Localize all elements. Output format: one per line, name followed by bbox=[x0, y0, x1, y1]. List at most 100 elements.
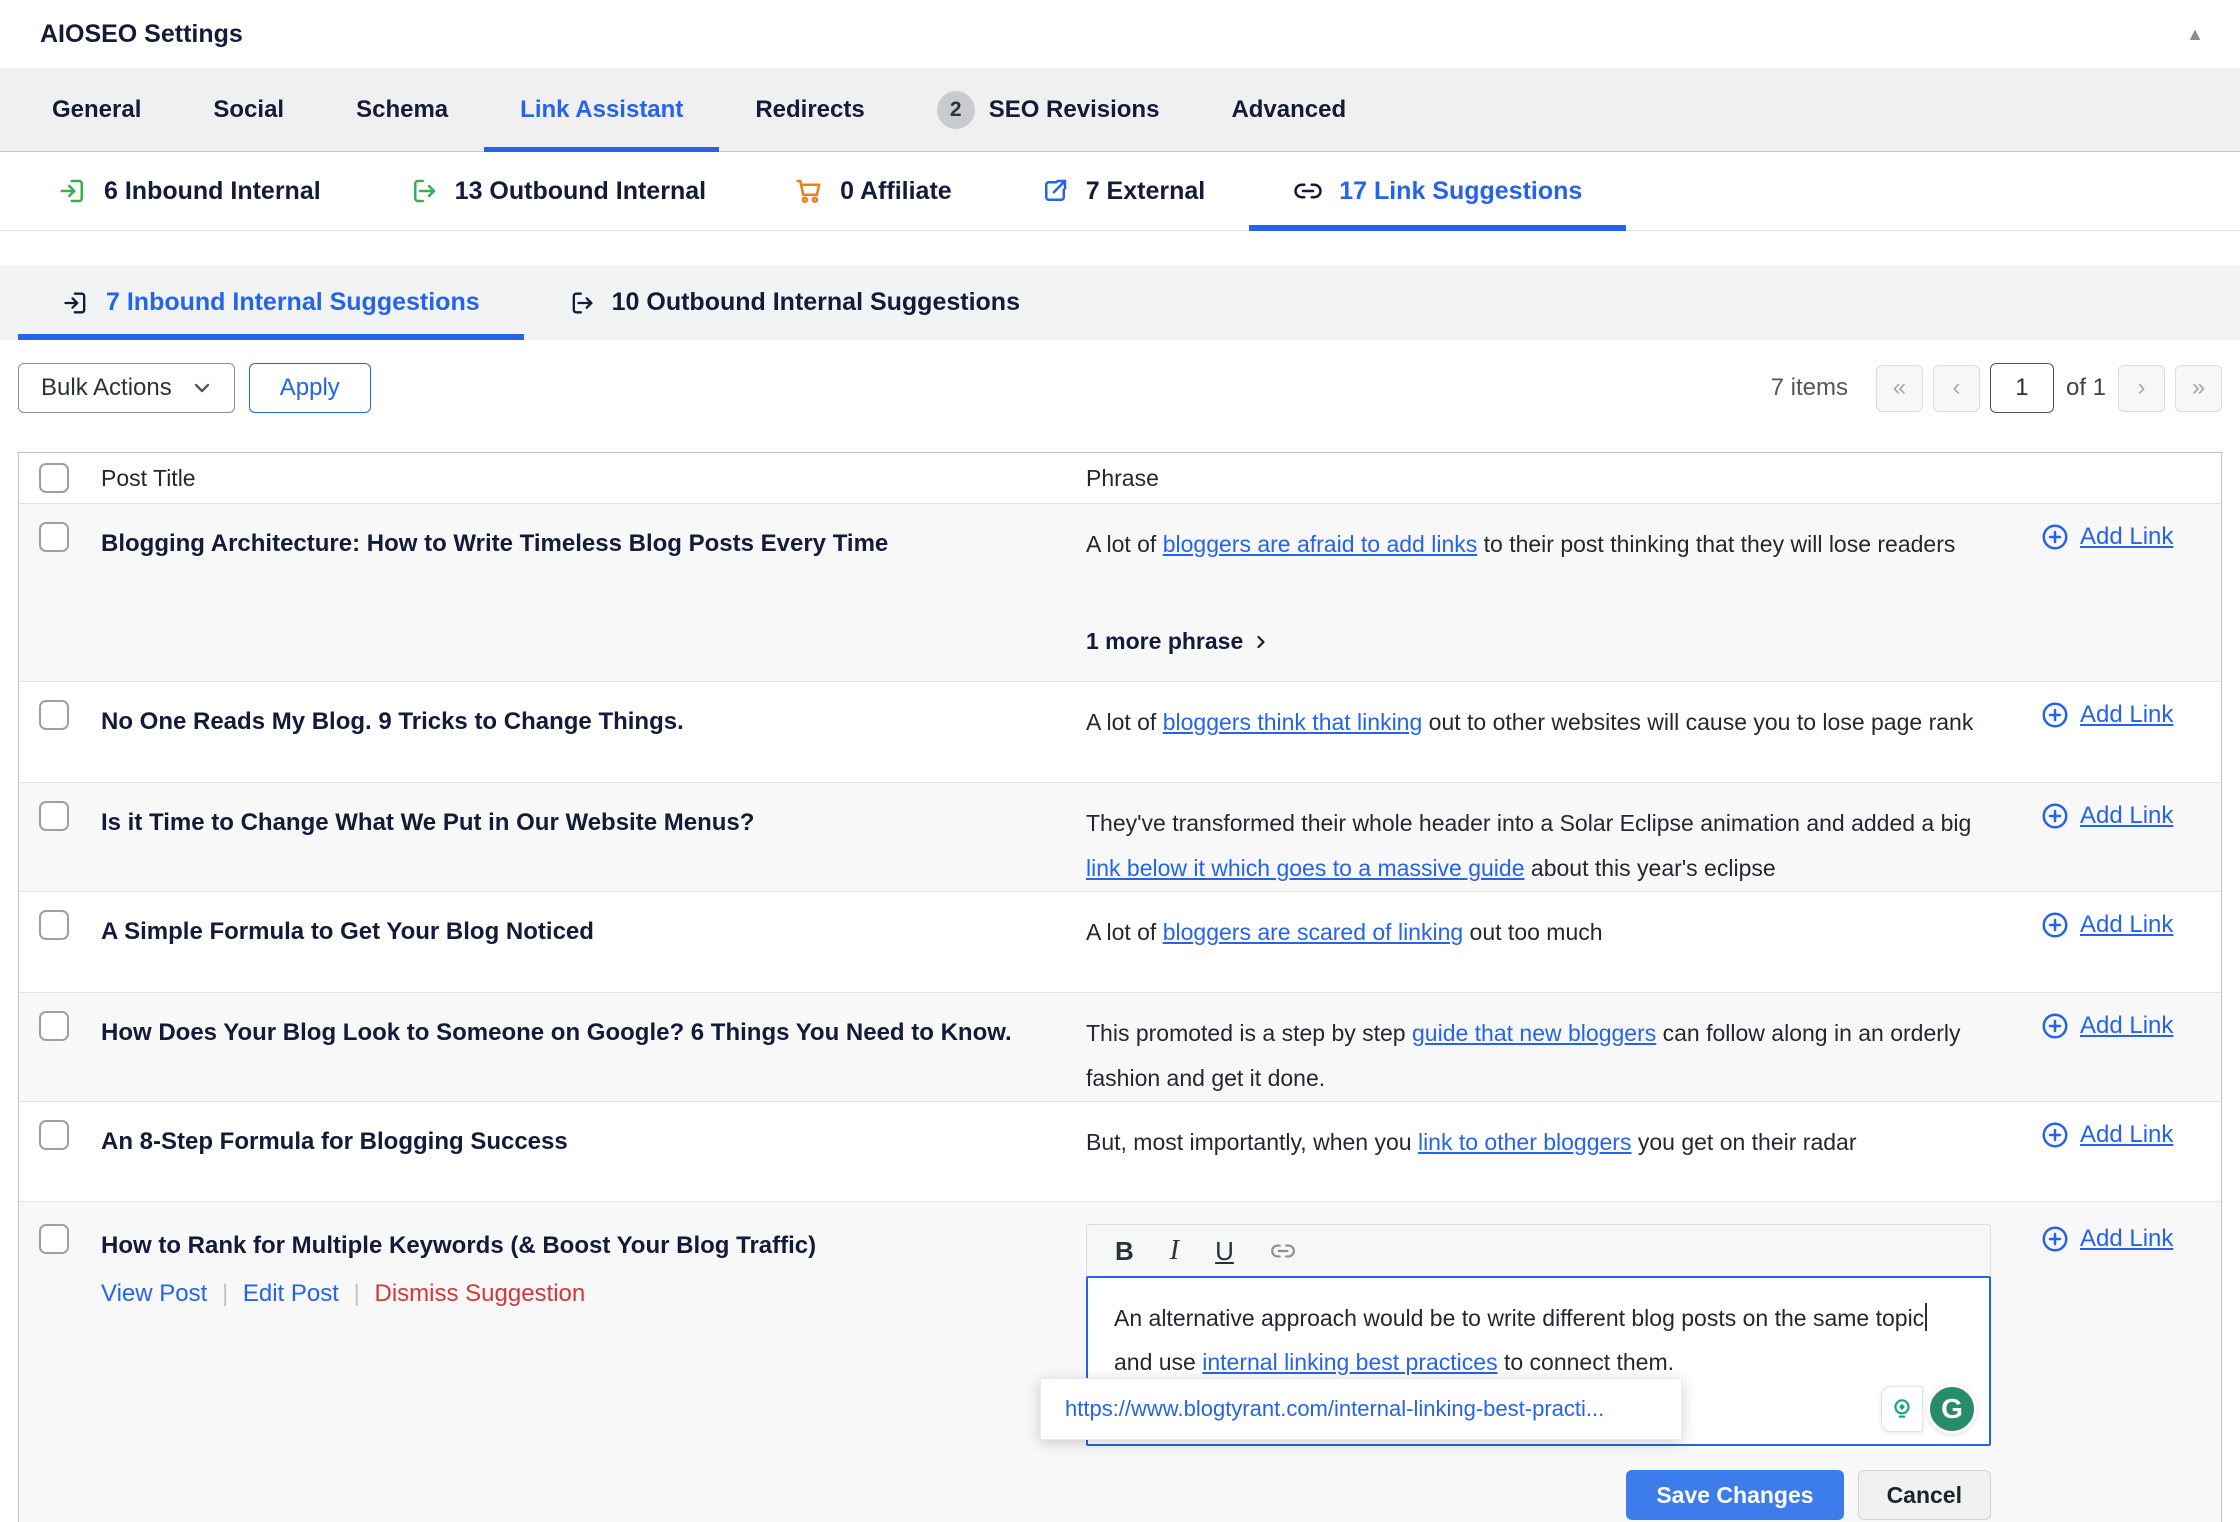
tab-inbound-internal-suggestions[interactable]: 7 Inbound Internal Suggestions bbox=[18, 265, 524, 340]
row-checkbox[interactable] bbox=[39, 801, 69, 831]
circle-plus-icon bbox=[2040, 910, 2070, 940]
subnav-external[interactable]: 7 External bbox=[996, 152, 1250, 230]
add-link-button[interactable]: Add Link bbox=[2040, 1224, 2221, 1254]
save-changes-button[interactable]: Save Changes bbox=[1626, 1470, 1843, 1520]
circle-plus-icon bbox=[2040, 1224, 2070, 1254]
text-caret bbox=[1925, 1303, 1927, 1331]
table-row: How Does Your Blog Look to Someone on Go… bbox=[19, 992, 2221, 1101]
subnav-inbound-internal[interactable]: 6 Inbound Internal bbox=[14, 152, 365, 230]
outbound-box-arrow-icon bbox=[568, 289, 596, 317]
add-link-button[interactable]: Add Link bbox=[2040, 801, 2221, 831]
table-row: Blogging Architecture: How to Write Time… bbox=[19, 503, 2221, 681]
external-link-icon bbox=[1040, 176, 1070, 206]
insert-link-button[interactable] bbox=[1270, 1238, 1296, 1264]
main-tab-bar: General Social Schema Link Assistant Red… bbox=[0, 68, 2240, 152]
add-link-button[interactable]: Add Link bbox=[2040, 1011, 2221, 1041]
chevron-right-icon bbox=[1251, 632, 1271, 652]
underline-button[interactable]: U bbox=[1215, 1238, 1234, 1264]
phrase-link[interactable]: bloggers are afraid to add links bbox=[1163, 531, 1478, 557]
editor-content[interactable]: An alternative approach would be to writ… bbox=[1086, 1276, 1991, 1446]
bulk-actions-select[interactable]: Bulk Actions bbox=[18, 363, 235, 413]
total-pages-label: of 1 bbox=[2066, 374, 2106, 402]
post-title: A Simple Formula to Get Your Blog Notice… bbox=[83, 892, 1068, 992]
post-title: Blogging Architecture: How to Write Time… bbox=[83, 504, 1068, 681]
add-link-button[interactable]: Add Link bbox=[2040, 910, 2221, 940]
page-title: AIOSEO Settings bbox=[40, 20, 243, 49]
tab-social[interactable]: Social bbox=[177, 68, 320, 151]
italic-button[interactable]: I bbox=[1170, 1237, 1179, 1265]
items-count: 7 items bbox=[1771, 374, 1848, 402]
edit-post-link[interactable]: Edit Post bbox=[243, 1280, 339, 1307]
row-actions: View Post | Edit Post | Dismiss Suggesti… bbox=[101, 1276, 1038, 1312]
phrase-link[interactable]: internal linking best practices bbox=[1202, 1349, 1497, 1375]
dismiss-suggestion-link[interactable]: Dismiss Suggestion bbox=[374, 1280, 585, 1307]
post-title: No One Reads My Blog. 9 Tricks to Change… bbox=[83, 682, 1068, 782]
row-checkbox[interactable] bbox=[39, 1224, 69, 1254]
chain-link-icon bbox=[1293, 176, 1323, 206]
link-url-tooltip: https://www.blogtyrant.com/internal-link… bbox=[1040, 1378, 1682, 1440]
list-toolbar: Bulk Actions Apply 7 items « ‹ of 1 › » bbox=[0, 362, 2240, 414]
phrase-link[interactable]: link to other bloggers bbox=[1418, 1129, 1632, 1155]
row-checkbox[interactable] bbox=[39, 910, 69, 940]
cancel-button[interactable]: Cancel bbox=[1858, 1470, 1991, 1520]
tab-seo-revisions[interactable]: 2 SEO Revisions bbox=[901, 68, 1196, 151]
table-row: A Simple Formula to Get Your Blog Notice… bbox=[19, 891, 2221, 992]
editor-actions: Save Changes Cancel bbox=[1086, 1470, 1991, 1520]
tab-advanced[interactable]: Advanced bbox=[1195, 68, 1382, 151]
next-page-button[interactable]: › bbox=[2118, 365, 2165, 412]
column-header-post-title: Post Title bbox=[83, 456, 1068, 500]
grammarly-suggestion-icon[interactable] bbox=[1881, 1386, 1923, 1432]
subnav-link-suggestions[interactable]: 17 Link Suggestions bbox=[1249, 152, 1626, 230]
grammarly-logo-icon[interactable]: G bbox=[1927, 1384, 1977, 1434]
pagination: 7 items « ‹ of 1 › » bbox=[1771, 363, 2222, 413]
prev-page-button[interactable]: ‹ bbox=[1933, 365, 1980, 412]
chevron-down-icon bbox=[190, 376, 214, 400]
tab-link-assistant[interactable]: Link Assistant bbox=[484, 68, 719, 151]
suggestions-table: Post Title Phrase Blogging Architecture:… bbox=[18, 452, 2222, 1522]
current-page-input[interactable] bbox=[1990, 363, 2054, 413]
tab-outbound-internal-suggestions[interactable]: 10 Outbound Internal Suggestions bbox=[524, 265, 1064, 340]
circle-plus-icon bbox=[2040, 522, 2070, 552]
tab-schema[interactable]: Schema bbox=[320, 68, 484, 151]
add-link-button[interactable]: Add Link bbox=[2040, 1120, 2221, 1150]
table-row: No One Reads My Blog. 9 Tricks to Change… bbox=[19, 681, 2221, 782]
phrase-link[interactable]: guide that new bloggers bbox=[1412, 1020, 1656, 1046]
editor-toolbar: B I U bbox=[1086, 1224, 1991, 1276]
add-link-button[interactable]: Add Link bbox=[2040, 700, 2221, 730]
more-phrase-button[interactable]: 1 more phrase bbox=[1086, 619, 1993, 664]
phrase-link[interactable]: bloggers are scared of linking bbox=[1163, 919, 1463, 945]
row-checkbox[interactable] bbox=[39, 1120, 69, 1150]
suggestion-tab-bar: 7 Inbound Internal Suggestions 10 Outbou… bbox=[0, 265, 2240, 340]
subnav-outbound-internal[interactable]: 13 Outbound Internal bbox=[365, 152, 750, 230]
inbound-box-arrow-icon bbox=[58, 176, 88, 206]
tab-redirects[interactable]: Redirects bbox=[719, 68, 900, 151]
row-checkbox[interactable] bbox=[39, 1011, 69, 1041]
first-page-button[interactable]: « bbox=[1876, 365, 1923, 412]
phrase-link[interactable]: link below it which goes to a massive gu… bbox=[1086, 855, 1525, 881]
last-page-button[interactable]: » bbox=[2175, 365, 2222, 412]
subnav-affiliate[interactable]: 0 Affiliate bbox=[750, 152, 996, 230]
bold-button[interactable]: B bbox=[1115, 1238, 1134, 1264]
add-link-button[interactable]: Add Link bbox=[2040, 522, 2221, 552]
phrase-cell: A lot of bloggers think that linking out… bbox=[1068, 682, 2013, 782]
row-checkbox[interactable] bbox=[39, 522, 69, 552]
circle-plus-icon bbox=[2040, 1011, 2070, 1041]
revision-count-badge: 2 bbox=[937, 91, 975, 129]
phrase-link[interactable]: bloggers think that linking bbox=[1163, 709, 1423, 735]
shopping-cart-icon bbox=[794, 176, 824, 206]
column-header-phrase: Phrase bbox=[1068, 456, 2013, 501]
circle-plus-icon bbox=[2040, 801, 2070, 831]
link-type-tab-bar: 6 Inbound Internal 13 Outbound Internal … bbox=[0, 152, 2240, 231]
post-title-cell: How to Rank for Multiple Keywords (& Boo… bbox=[83, 1202, 1068, 1522]
circle-plus-icon bbox=[2040, 700, 2070, 730]
app-header: AIOSEO Settings ▲ bbox=[0, 0, 2240, 68]
select-all-checkbox[interactable] bbox=[39, 463, 69, 493]
view-post-link[interactable]: View Post bbox=[101, 1280, 207, 1307]
phrase-cell: A lot of bloggers are afraid to add link… bbox=[1068, 504, 2013, 681]
tab-general[interactable]: General bbox=[16, 68, 177, 151]
row-checkbox[interactable] bbox=[39, 700, 69, 730]
collapse-panel-icon[interactable]: ▲ bbox=[2186, 24, 2204, 45]
phrase-cell: A lot of bloggers are scared of linking … bbox=[1068, 892, 2013, 992]
apply-button[interactable]: Apply bbox=[249, 363, 371, 413]
post-title: How Does Your Blog Look to Someone on Go… bbox=[83, 993, 1068, 1101]
